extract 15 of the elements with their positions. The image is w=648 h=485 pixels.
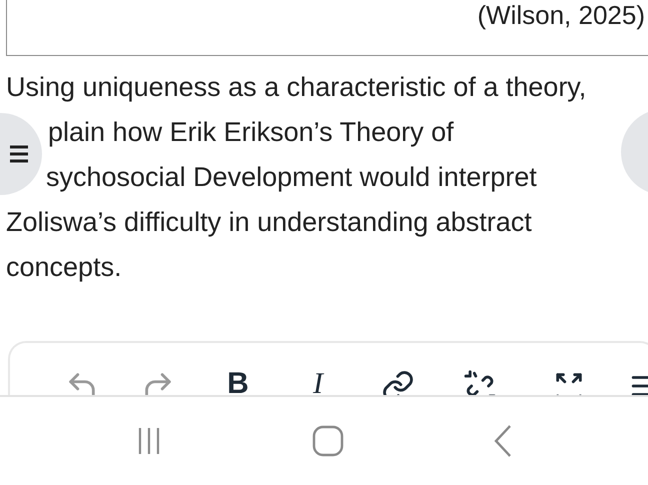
home-icon [312, 425, 344, 457]
italic-button[interactable]: I [278, 369, 358, 395]
bold-button[interactable]: B [198, 369, 278, 395]
back-button[interactable] [492, 424, 514, 458]
question-line: Using uniqueness as a characteristic of a theory, [6, 72, 586, 103]
back-icon [492, 424, 514, 458]
broken-link-icon [463, 369, 497, 395]
question-line: Zoliswa’s difficulty in understanding abstract [6, 207, 532, 238]
question-line: plain how Erik Erikson’s Theory of [48, 117, 454, 148]
menu-icon [10, 143, 30, 165]
question-line: sychosocial Development would interpret [46, 162, 537, 193]
citation-text: (Wilson, 2025) [477, 0, 645, 32]
question-line: concepts. [6, 252, 122, 283]
link-icon [381, 369, 415, 395]
home-button[interactable] [312, 425, 344, 457]
